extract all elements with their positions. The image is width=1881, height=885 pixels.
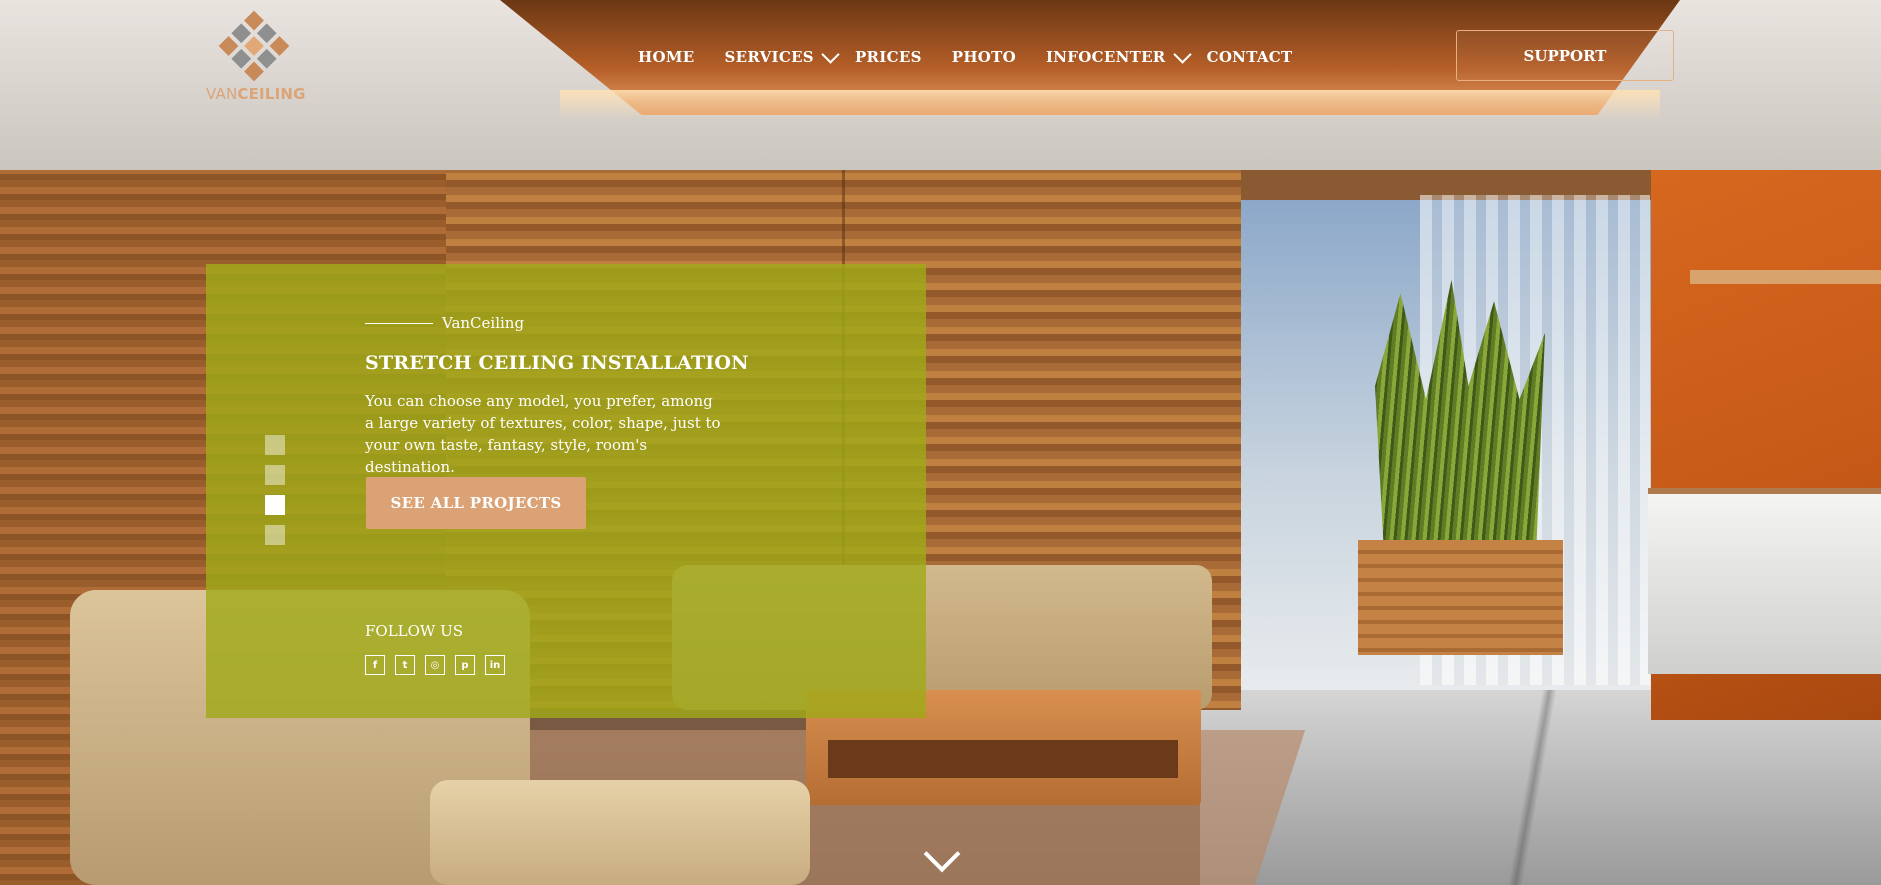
hero-description: You can choose any model, you prefer, am… (365, 392, 721, 476)
logo-text-part1: VAN (206, 85, 238, 103)
instagram-icon[interactable]: ◎ (425, 655, 445, 675)
hero-section: VANCEILING HOME SERVICES PRICES PHOTO IN… (0, 0, 1881, 885)
social-links: f t ◎ p in (365, 655, 505, 675)
nav-prices-label: PRICES (854, 48, 922, 66)
hero-title: STRETCH CEILING INSTALLATION (365, 352, 749, 374)
nav-contact-label: CONTACT (1206, 48, 1293, 66)
logo-text-part2: CEILING (237, 85, 306, 103)
chevron-down-icon[interactable] (922, 847, 958, 877)
slider-dot-4[interactable] (265, 525, 285, 545)
slider-dot-3[interactable] (265, 495, 285, 515)
slider-dot-2[interactable] (265, 465, 285, 485)
nav-home-label: HOME (638, 48, 695, 66)
nav-contact[interactable]: CONTACT (1207, 48, 1293, 66)
pinterest-icon[interactable]: p (455, 655, 475, 675)
background-table-shelf (828, 740, 1178, 778)
facebook-icon[interactable]: f (365, 655, 385, 675)
background-ceiling-light (560, 90, 1660, 120)
nav-prices[interactable]: PRICES (855, 48, 922, 66)
chevron-down-icon[interactable] (821, 44, 840, 64)
twitter-icon[interactable]: t (395, 655, 415, 675)
hero-panel: VanCeiling STRETCH CEILING INSTALLATION … (206, 264, 926, 718)
nav-home[interactable]: HOME (638, 48, 694, 66)
slider-pagination (265, 435, 285, 545)
nav-services[interactable]: SERVICES (724, 44, 840, 66)
brand-logo[interactable]: VANCEILING (206, 9, 306, 107)
background-planter (1358, 540, 1563, 655)
support-button-label: SUPPORT (1523, 46, 1607, 65)
nav-infocenter[interactable]: INFOCENTER (1045, 44, 1192, 66)
background-cabinet (1648, 488, 1881, 674)
background-ottoman (430, 780, 810, 885)
nav-photo[interactable]: PHOTO (952, 48, 1016, 66)
hero-eyebrow: VanCeiling (365, 314, 524, 332)
see-all-projects-button[interactable]: SEE ALL PROJECTS (366, 477, 586, 529)
chevron-down-icon[interactable] (1172, 44, 1192, 64)
background-shelf (1690, 270, 1881, 284)
logo-wordmark: VANCEILING (206, 85, 306, 103)
logo-diamond-icon (218, 10, 290, 82)
nav-infocenter-label: INFOCENTER (1045, 48, 1166, 66)
support-button[interactable]: SUPPORT (1456, 30, 1674, 81)
see-all-projects-label: SEE ALL PROJECTS (390, 494, 562, 512)
linkedin-icon[interactable]: in (485, 655, 505, 675)
eyebrow-line (365, 322, 433, 324)
nav-photo-label: PHOTO (951, 48, 1016, 66)
main-nav: HOME SERVICES PRICES PHOTO INFOCENTER CO… (638, 44, 1322, 70)
slider-dot-1[interactable] (265, 435, 285, 455)
follow-us-label: FOLLOW US (365, 622, 464, 640)
eyebrow-text: VanCeiling (442, 314, 525, 332)
nav-services-label: SERVICES (724, 48, 814, 66)
